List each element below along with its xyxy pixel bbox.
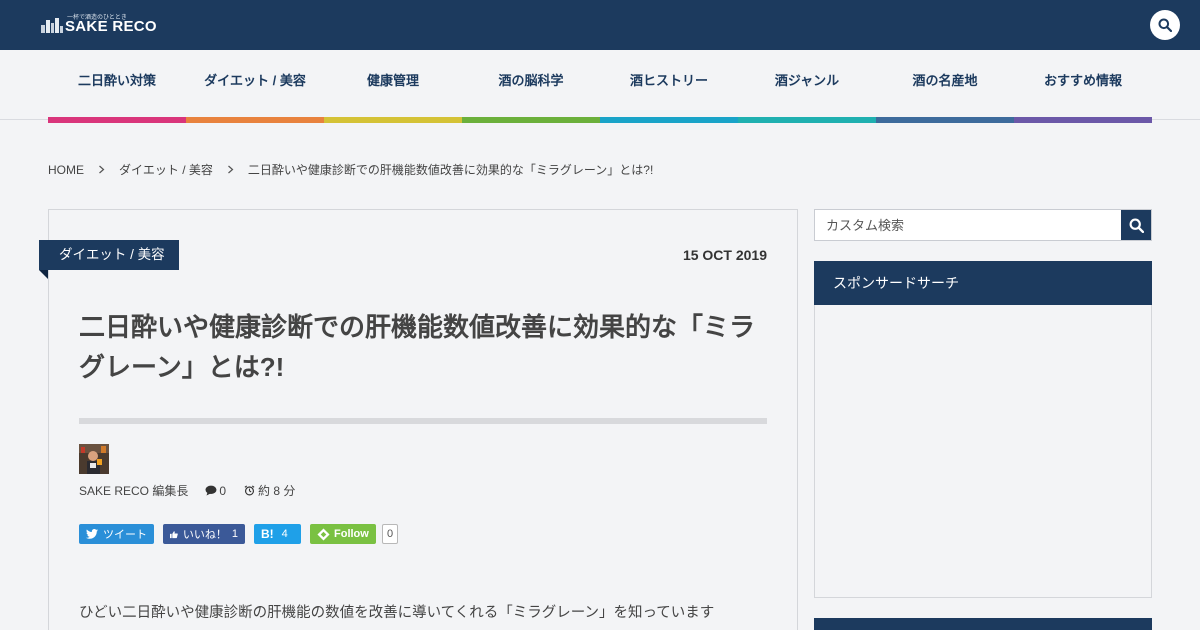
nav-color-bar <box>876 117 1014 123</box>
tweet-button[interactable]: ツイート <box>79 524 154 544</box>
nav-label: 酒ジャンル <box>774 73 840 88</box>
like-label: いいね！ <box>182 529 227 541</box>
speech-bubble-icon <box>205 485 217 496</box>
author-name[interactable]: SAKE RECO 編集長 <box>79 482 188 499</box>
post-meta: SAKE RECO 編集長 0 約 8 分 <box>79 482 295 499</box>
avatar[interactable] <box>79 444 109 474</box>
feedly-icon <box>317 527 330 541</box>
nav-item-famous-regions[interactable]: 酒の名産地 <box>876 50 1014 123</box>
facebook-like-button[interactable]: いいね！ 1 <box>163 524 245 544</box>
chevron-right-icon <box>98 163 105 177</box>
breadcrumb: HOME ダイエット / 美容 二日酔いや健康診断での肝機能数値改善に効果的な「… <box>48 161 653 178</box>
nav-color-bar <box>324 117 462 123</box>
nav-color-bar <box>48 117 186 123</box>
sponsored-search-body <box>814 305 1152 598</box>
nav-color-bar <box>462 117 600 123</box>
post-date: 15 OCT 2019 <box>682 247 767 263</box>
thumbs-up-icon <box>170 530 178 538</box>
like-count: 1 <box>231 528 238 540</box>
title-divider <box>79 418 767 424</box>
read-time-value: 約 8 分 <box>258 484 296 498</box>
category-label-fold <box>39 270 48 279</box>
nav-color-bar <box>1014 117 1152 123</box>
hatena-b-icon: B! <box>261 527 274 541</box>
nav-color-bar <box>600 117 738 123</box>
twitter-bird-icon <box>86 529 98 539</box>
comment-count-value: 0 <box>219 483 227 498</box>
nav-item-health[interactable]: 健康管理 <box>324 50 462 123</box>
search-input[interactable] <box>815 210 1121 240</box>
search-icon <box>1158 18 1172 32</box>
nav-label: おすすめ情報 <box>1043 73 1122 88</box>
main-navigation: 二日酔い対策 ダイエット / 美容 健康管理 酒の脳科学 酒ヒストリー 酒ジャン… <box>0 50 1200 123</box>
tweet-label: ツイート <box>103 529 147 541</box>
nav-item-brain-science[interactable]: 酒の脳科学 <box>462 50 600 123</box>
nav-color-bar <box>738 117 876 123</box>
search-submit-button[interactable] <box>1121 210 1151 240</box>
nav-label: 健康管理 <box>366 73 419 88</box>
breadcrumb-home[interactable]: HOME <box>48 163 84 177</box>
header-search-button[interactable] <box>1150 10 1180 40</box>
nav-item-hangover[interactable]: 二日酔い対策 <box>48 50 186 123</box>
nav-color-bar <box>186 117 324 123</box>
category-label[interactable]: ダイエット / 美容 <box>39 240 179 270</box>
share-buttons: ツイート いいね！ 1 B! 4 Follow 0 <box>79 524 398 544</box>
follow-count: 0 <box>382 524 398 544</box>
search-icon <box>1129 218 1144 233</box>
nav-label: ダイエット / 美容 <box>204 73 306 88</box>
next-widget-heading <box>814 618 1152 630</box>
nav-label: 酒ヒストリー <box>629 73 708 88</box>
nav-item-recommended[interactable]: おすすめ情報 <box>1014 50 1152 123</box>
hatena-bookmark-button[interactable]: B! 4 <box>254 524 301 544</box>
author-photo-icon <box>79 444 109 474</box>
sponsored-search-heading: スポンサードサーチ <box>814 261 1152 305</box>
alarm-clock-icon <box>244 485 255 496</box>
comment-count[interactable]: 0 <box>205 484 226 498</box>
city-skyline-icon <box>41 18 63 33</box>
article-title: 二日酔いや健康診断での肝機能数値改善に効果的な「ミラグレーン」とは?! <box>79 312 756 382</box>
nav-label: 酒の名産地 <box>912 73 978 88</box>
site-logo[interactable]: 一杯で酒造のひととき SAKE RECO <box>41 12 171 38</box>
read-time: 約 8 分 <box>244 482 295 499</box>
feedly-follow-button[interactable]: Follow <box>310 524 376 544</box>
nav-item-diet-beauty[interactable]: ダイエット / 美容 <box>186 50 324 123</box>
article-excerpt: ひどい二日酔いや健康診断の肝機能の数値を改善に導いてくれる「ミラグレーン」を知っ… <box>79 605 715 621</box>
nav-item-genre[interactable]: 酒ジャンル <box>738 50 876 123</box>
custom-search-box <box>814 209 1152 241</box>
follow-label: Follow <box>334 528 369 540</box>
chevron-right-icon <box>227 163 234 177</box>
logo-text: SAKE RECO <box>65 18 157 35</box>
nav-label: 二日酔い対策 <box>77 73 156 88</box>
breadcrumb-category[interactable]: ダイエット / 美容 <box>119 161 213 178</box>
nav-item-history[interactable]: 酒ヒストリー <box>600 50 738 123</box>
nav-label: 酒の脳科学 <box>498 73 564 88</box>
hatena-count: 4 <box>281 528 288 540</box>
site-header: 一杯で酒造のひととき SAKE RECO <box>0 0 1200 50</box>
breadcrumb-current: 二日酔いや健康診断での肝機能数値改善に効果的な「ミラグレーン」とは?! <box>247 163 654 177</box>
